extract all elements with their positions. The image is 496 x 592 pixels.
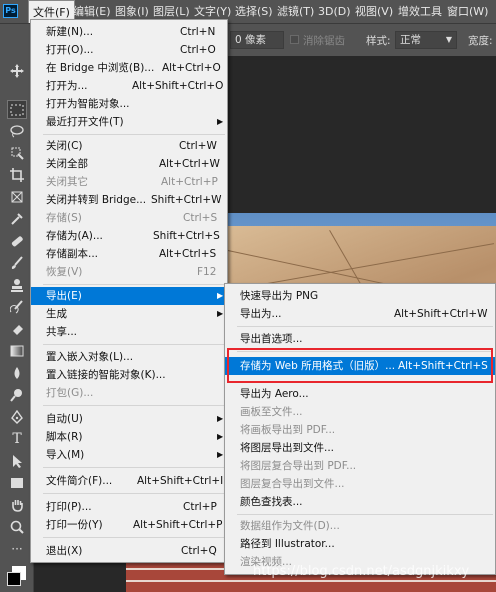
submenu-item-artboards-to-files[interactable]: 画板至文件...: [225, 403, 495, 421]
chevron-right-icon: ▶: [217, 450, 224, 459]
style-select-value: 正常: [400, 34, 421, 46]
marquee-tool-icon[interactable]: [7, 100, 27, 119]
photoshop-logo: Ps: [3, 4, 18, 18]
submenu-item-export-as[interactable]: 导出为... Alt+Shift+Ctrl+W: [225, 305, 495, 323]
submenu-item-export-preferences[interactable]: 导出首选项...: [225, 330, 495, 348]
submenu-item-layer-comps-to-pdf[interactable]: 将图层复合导出到 PDF...: [225, 457, 495, 475]
menu-item-automate[interactable]: 自动(U) ▶: [31, 410, 227, 428]
menu-select[interactable]: 选择(S): [235, 0, 273, 23]
menu-view[interactable]: 视图(V): [355, 0, 393, 23]
path-selection-tool-icon[interactable]: [8, 452, 26, 469]
menu-item-revert[interactable]: 恢复(V) F12: [31, 263, 227, 281]
menu-separator: [43, 344, 225, 345]
menu-item-export[interactable]: 导出(E) ▶: [31, 287, 227, 305]
menu-item-package[interactable]: 打包(G)...: [31, 384, 227, 402]
file-menu: 新建(N)... Ctrl+N 打开(O)... Ctrl+O 在 Bridge 中…: [30, 19, 228, 563]
menu-item-print-one-copy[interactable]: 打印一份(Y) Alt+Shift+Ctrl+P: [31, 516, 227, 534]
chevron-right-icon: ▶: [217, 414, 224, 423]
menu-separator: [43, 537, 225, 538]
menu-separator: [43, 467, 225, 468]
pen-tool-icon[interactable]: [8, 408, 26, 425]
submenu-item-color-lookup-tables[interactable]: 颜色查找表...: [225, 493, 495, 511]
eraser-tool-icon[interactable]: [8, 320, 26, 337]
chevron-right-icon: ▶: [217, 309, 224, 318]
menu-item-save-as[interactable]: 存储为(A)... Shift+Ctrl+S: [31, 227, 227, 245]
menu-item-open[interactable]: 打开(O)... Ctrl+O: [31, 41, 227, 59]
lasso-tool-icon[interactable]: [8, 122, 26, 139]
menu-item-file-info[interactable]: 文件简介(F)... Alt+Shift+Ctrl+I: [31, 472, 227, 490]
annotation-highlight-box: [227, 348, 493, 383]
menu-filter[interactable]: 滤镜(T): [277, 0, 314, 23]
more-tools-icon[interactable]: ···: [8, 540, 26, 557]
frame-tool-icon[interactable]: [8, 188, 26, 205]
brush-tool-icon[interactable]: [8, 254, 26, 271]
menu-item-new[interactable]: 新建(N)... Ctrl+N: [31, 23, 227, 41]
antialias-label: 消除锯齿: [303, 35, 345, 47]
menu-item-place-linked[interactable]: 置入链接的智能对象(K)...: [31, 366, 227, 384]
menu-plugins[interactable]: 增效工具: [398, 0, 442, 23]
menu-item-close-others[interactable]: 关闭其它 Alt+Ctrl+P: [31, 173, 227, 191]
menu-separator: [237, 326, 493, 327]
menu-item-close-all[interactable]: 关闭全部 Alt+Ctrl+W: [31, 155, 227, 173]
menu-item-recent-files[interactable]: 最近打开文件(T) ▶: [31, 113, 227, 131]
gradient-tool-icon[interactable]: [8, 342, 26, 359]
style-label: 样式:: [366, 35, 391, 47]
tools-panel: T ···: [0, 56, 34, 592]
submenu-item-artboards-to-pdf[interactable]: 将画板导出到 PDF...: [225, 421, 495, 439]
menu-item-open-smart-object[interactable]: 打开为智能对象...: [31, 95, 227, 113]
eyedropper-tool-icon[interactable]: [8, 210, 26, 227]
export-submenu: 快速导出为 PNG 导出为... Alt+Shift+Ctrl+W 导出首选项..…: [224, 283, 496, 575]
zoom-tool-icon[interactable]: [8, 518, 26, 535]
menu-item-exit[interactable]: 退出(X) Ctrl+Q: [31, 542, 227, 560]
menu-item-browse-bridge[interactable]: 在 Bridge 中浏览(B)... Alt+Ctrl+O: [31, 59, 227, 77]
submenu-item-data-sets-as-files[interactable]: 数据组作为文件(D)...: [225, 517, 495, 535]
menu-item-save[interactable]: 存储(S) Ctrl+S: [31, 209, 227, 227]
submenu-item-layers-to-files[interactable]: 将图层导出到文件...: [225, 439, 495, 457]
dodge-tool-icon[interactable]: [8, 386, 26, 403]
chevron-down-icon: ▼: [445, 35, 452, 44]
clone-stamp-tool-icon[interactable]: [8, 276, 26, 293]
blur-tool-icon[interactable]: [8, 364, 26, 381]
rectangle-tool-icon[interactable]: [8, 474, 26, 491]
menu-item-close[interactable]: 关闭(C) Ctrl+W: [31, 137, 227, 155]
track-lane-line: [126, 580, 496, 582]
feather-input[interactable]: 0 像素: [230, 31, 284, 49]
menu-item-close-go-bridge[interactable]: 关闭并转到 Bridge... Shift+Ctrl+W: [31, 191, 227, 209]
menu-item-generate[interactable]: 生成 ▶: [31, 305, 227, 323]
submenu-item-layer-comps-to-files[interactable]: 图层复合导出到文件...: [225, 475, 495, 493]
menu-item-save-copy[interactable]: 存储副本... Alt+Ctrl+S: [31, 245, 227, 263]
menu-item-scripts[interactable]: 脚本(R) ▶: [31, 428, 227, 446]
menu-separator: [43, 405, 225, 406]
menu-window[interactable]: 窗口(W): [447, 0, 488, 23]
style-select[interactable]: 正常 ▼: [395, 31, 457, 49]
menu-item-import[interactable]: 导入(M) ▶: [31, 446, 227, 464]
menu-3d[interactable]: 3D(D): [318, 0, 351, 23]
hand-tool-icon[interactable]: [8, 496, 26, 513]
menu-separator: [43, 284, 225, 285]
menu-separator: [237, 514, 493, 515]
menu-item-print[interactable]: 打印(P)... Ctrl+P: [31, 498, 227, 516]
menu-separator: [43, 134, 225, 135]
chevron-right-icon: ▶: [217, 117, 224, 126]
healing-brush-tool-icon[interactable]: [8, 232, 26, 249]
quick-select-tool-icon[interactable]: [8, 144, 26, 161]
menu-item-place-embedded[interactable]: 置入嵌入对象(L)...: [31, 348, 227, 366]
width-label: 宽度:: [468, 35, 493, 47]
chevron-right-icon: ▶: [217, 432, 224, 441]
chevron-right-icon: ▶: [217, 291, 224, 300]
submenu-item-quick-export-png[interactable]: 快速导出为 PNG: [225, 287, 495, 305]
antialias-checkbox[interactable]: [290, 35, 299, 44]
menu-separator: [43, 493, 225, 494]
crop-tool-icon[interactable]: [8, 166, 26, 183]
history-brush-tool-icon[interactable]: [8, 298, 26, 315]
submenu-item-export-aero[interactable]: 导出为 Aero...: [225, 385, 495, 403]
foreground-color-swatch[interactable]: [7, 572, 21, 586]
move-tool-icon[interactable]: [8, 62, 26, 79]
menu-item-share[interactable]: 共享...: [31, 323, 227, 341]
type-tool-icon[interactable]: T: [8, 430, 26, 447]
watermark-text: https://blog.csdn.net/asdgnjkikxy: [253, 564, 470, 579]
submenu-item-paths-to-illustrator[interactable]: 路径到 Illustrator...: [225, 535, 495, 553]
menu-item-open-as[interactable]: 打开为... Alt+Shift+Ctrl+O: [31, 77, 227, 95]
